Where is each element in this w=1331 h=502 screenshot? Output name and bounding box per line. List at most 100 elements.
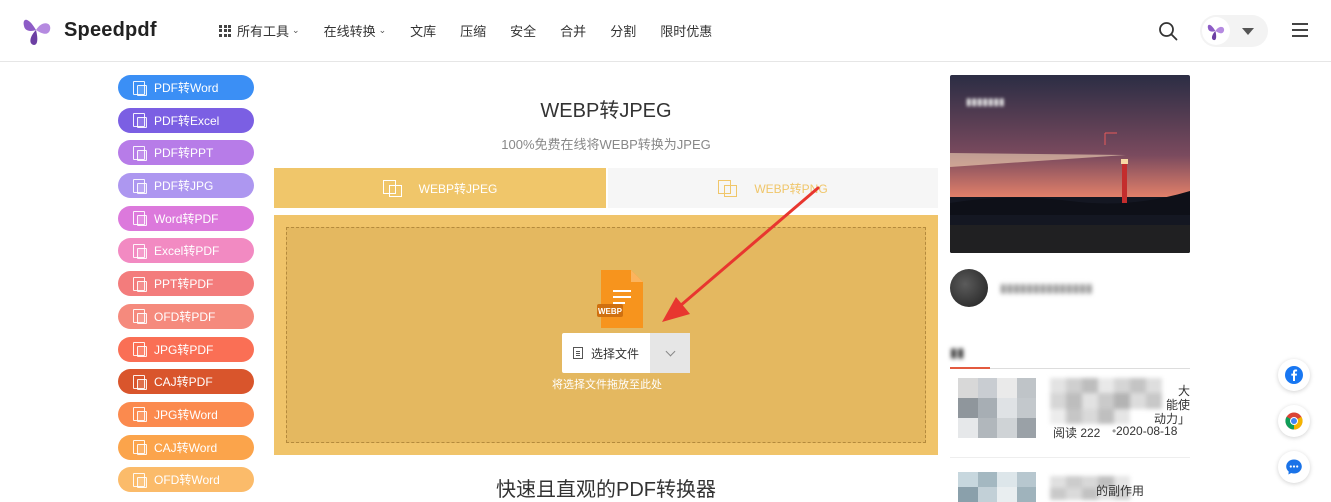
butterfly-avatar-icon <box>1207 24 1225 41</box>
sidebar-item-word-pdf[interactable]: Word转PDF <box>118 205 254 231</box>
main-nav: 所有工具 ⌄ 在线转换 ⌄ 文库 压缩 安全 合并 分割 限时优惠 <box>219 21 736 40</box>
author-avatar <box>950 269 988 307</box>
sidebar-item-label: JPG转Word <box>154 407 218 422</box>
nav-all-tools[interactable]: 所有工具 ⌄ <box>219 21 300 40</box>
logo[interactable]: Speedpdf <box>20 12 157 48</box>
facebook-icon <box>1285 366 1303 384</box>
select-file-control: 选择文件 <box>562 333 690 373</box>
author-row[interactable]: ▮▮▮▮▮▮▮▮▮▮▮▮▮▮ <box>950 268 1190 308</box>
file-convert-icon <box>132 472 147 488</box>
top-header: Speedpdf 所有工具 ⌄ 在线转换 ⌄ 文库 压缩 安全 合并 分割 限时… <box>0 0 1331 62</box>
drop-zone[interactable]: WEBP 选择文件 将选择文件拖放至此处 <box>286 227 926 443</box>
grid-icon <box>219 24 231 37</box>
sidebar-item-label: JPG转PDF <box>154 342 214 357</box>
facebook-share-button[interactable] <box>1278 359 1310 391</box>
file-convert-icon <box>132 276 147 292</box>
section-title: 快速且直观的PDF转换器 <box>496 479 716 501</box>
sidebar-item-caj-word[interactable]: CAJ转Word <box>118 434 254 460</box>
nav-label: 所有工具 <box>237 24 290 39</box>
page-title: WEBP转JPEG <box>540 100 672 122</box>
sidebar-item-ofd-pdf[interactable]: OFD转PDF <box>118 303 254 329</box>
message-bubble-icon <box>1286 459 1302 475</box>
card-divider <box>950 457 1190 458</box>
nav-split[interactable]: 分割 <box>610 21 636 40</box>
article-title[interactable]: 大 能使 动力」 <box>1150 384 1190 426</box>
sidebar-item-label: PPT转PDF <box>154 277 214 292</box>
convert-images-icon <box>718 180 738 197</box>
user-menu[interactable] <box>1200 15 1268 47</box>
convert-images-icon <box>382 180 402 197</box>
sidebar-item-label: PDF转Word <box>154 81 219 95</box>
article-title[interactable]: 的副作用 <box>1096 484 1144 498</box>
sidebar-item-label: OFD转PDF <box>154 309 216 324</box>
sidebar-item-label: CAJ转Word <box>154 440 218 455</box>
article-thumbnail[interactable] <box>958 472 1036 502</box>
file-convert-icon <box>132 407 147 423</box>
article-thumbnail[interactable] <box>958 378 1036 438</box>
nav-label: 合并 <box>560 24 587 39</box>
tab-label: WEBP转JPEG <box>418 181 498 196</box>
sidebar-item-pdf-jpg[interactable]: PDF转JPG <box>118 173 254 199</box>
webp-file-icon: WEBP <box>597 270 643 328</box>
sidebar-item-label: OFD转Word <box>154 473 220 488</box>
sidebar-item-ofd-word[interactable]: OFD转Word <box>118 467 254 493</box>
section-divider-accent <box>950 367 990 369</box>
recommended-label: ▮▮ <box>950 345 965 360</box>
sidebar-item-jpg-pdf[interactable]: JPG转PDF <box>118 336 254 362</box>
sidebar-item-jpg-word[interactable]: JPG转Word <box>118 401 254 427</box>
tab-label: WEBP转PNG <box>754 181 828 196</box>
image-caption: ▮▮▮▮▮▮▮ <box>966 97 1005 108</box>
chrome-icon <box>1285 412 1303 430</box>
nav-compress[interactable]: 压缩 <box>460 21 486 40</box>
nav-online-convert[interactable]: 在线转换 ⌄ <box>324 21 387 40</box>
sidebar-item-label: PDF转Excel <box>154 113 220 128</box>
sidebar-item-label: PDF转JPG <box>154 179 214 194</box>
messenger-share-button[interactable] <box>1278 451 1310 483</box>
file-convert-icon <box>132 243 147 259</box>
file-convert-icon <box>132 113 147 129</box>
file-convert-icon <box>132 342 147 357</box>
select-file-label: 选择文件 <box>590 346 639 361</box>
nav-label: 文库 <box>410 24 437 39</box>
sidebar-item-excel-pdf[interactable]: Excel转PDF <box>118 238 254 264</box>
file-convert-icon <box>132 440 147 456</box>
avatar <box>1202 17 1230 45</box>
file-convert-icon <box>132 80 147 96</box>
nav-library[interactable]: 文库 <box>410 21 436 40</box>
caret-down-icon <box>1242 27 1254 35</box>
sidebar-item-label: Word转PDF <box>154 211 219 226</box>
upload-source-dropdown[interactable] <box>650 333 690 373</box>
tab-webp-to-jpeg[interactable]: WEBP转JPEG <box>274 168 606 208</box>
hamburger-menu-icon[interactable] <box>1292 23 1308 37</box>
tab-webp-to-png[interactable]: WEBP转PNG <box>608 168 938 208</box>
nav-label: 分割 <box>610 24 637 39</box>
nav-label: 压缩 <box>460 24 487 39</box>
featured-article-image[interactable]: ▮▮▮▮▮▮▮ <box>950 75 1190 253</box>
nav-label: 在线转换 <box>323 24 376 39</box>
article-date: 2020-08-18 <box>1116 424 1178 438</box>
nav-label: 限时优惠 <box>660 24 713 39</box>
page-subtitle: 100%免费在线将WEBP转换为JPEG <box>501 137 711 152</box>
nav-limited-offer[interactable]: 限时优惠 <box>660 21 712 40</box>
tool-sidebar: PDF转Word PDF转Excel PDF转PPT PDF转JPG Word转PDF E… <box>118 75 254 500</box>
select-file-button[interactable]: 选择文件 <box>562 333 650 373</box>
document-icon <box>572 347 583 359</box>
file-convert-icon <box>132 374 147 390</box>
chevron-down-icon: ⌄ <box>292 25 300 35</box>
author-name: ▮▮▮▮▮▮▮▮▮▮▮▮▮▮ <box>1000 281 1093 295</box>
search-icon[interactable] <box>1158 21 1178 41</box>
file-convert-icon <box>132 145 147 161</box>
upload-area: WEBP 选择文件 将选择文件拖放至此处 <box>274 215 938 455</box>
sidebar-item-pdf-excel[interactable]: PDF转Excel <box>118 107 254 133</box>
sidebar-item-pdf-word[interactable]: PDF转Word <box>118 75 254 100</box>
nav-security[interactable]: 安全 <box>510 21 536 40</box>
sidebar-item-label: CAJ转PDF <box>154 375 213 390</box>
nav-merge[interactable]: 合并 <box>560 21 586 40</box>
sidebar-item-caj-pdf[interactable]: CAJ转PDF <box>118 369 254 395</box>
sidebar-item-label: Excel转PDF <box>154 244 220 259</box>
sidebar-item-ppt-pdf[interactable]: PPT转PDF <box>118 271 254 297</box>
file-convert-icon <box>132 178 147 194</box>
sidebar-item-pdf-ppt[interactable]: PDF转PPT <box>118 140 254 166</box>
chrome-share-button[interactable] <box>1278 405 1310 437</box>
chevron-down-icon <box>665 346 675 356</box>
